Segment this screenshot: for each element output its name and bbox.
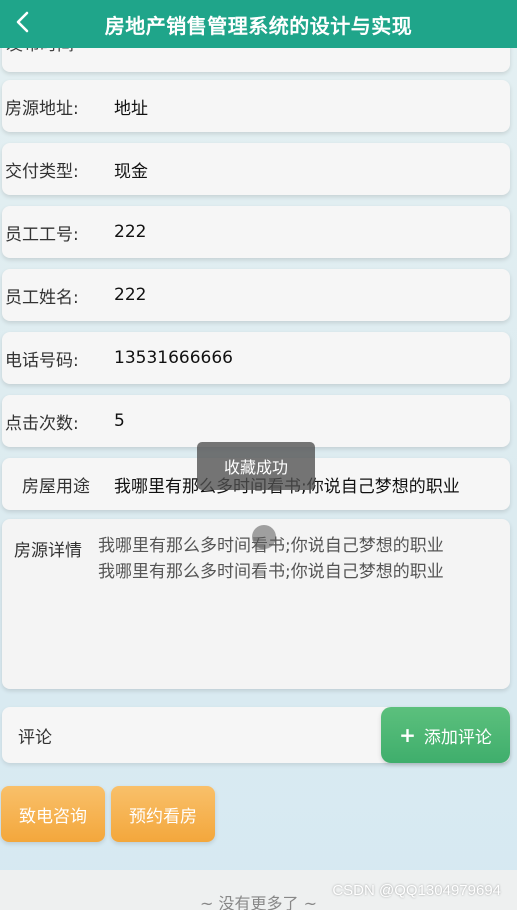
info-value: 222 xyxy=(114,285,147,305)
comment-label: 评论 xyxy=(18,728,52,748)
back-button[interactable] xyxy=(8,6,38,38)
watermark: CSDN @QQ1304979694 xyxy=(332,882,501,899)
info-row-employee-name: 员工姓名: 222 xyxy=(2,269,510,321)
detail-text: 我哪里有那么多时间看书;你说自己梦想的职业 我哪里有那么多时间看书;你说自己梦想… xyxy=(98,533,498,585)
toast-message: 收藏成功 xyxy=(197,442,315,490)
info-label: 员工工号: xyxy=(5,224,79,245)
touch-cursor-icon xyxy=(252,525,276,549)
page-title: 房地产销售管理系统的设计与实现 xyxy=(104,13,413,38)
detail-line: 我哪里有那么多时间看书;你说自己梦想的职业 xyxy=(98,562,444,582)
detail-label: 房源详情 xyxy=(14,541,82,561)
chevron-left-icon xyxy=(16,11,29,33)
info-row-payment-type: 交付类型: 现金 xyxy=(2,143,510,195)
info-row-address: 房源地址: 地址 xyxy=(2,80,510,132)
detail-line: 我哪里有那么多时间看书;你说自己梦想的职业 xyxy=(98,533,498,559)
info-row-employee-id: 员工工号: 222 xyxy=(2,206,510,258)
info-value: 5 xyxy=(114,411,125,431)
info-value: 现金 xyxy=(114,161,148,182)
info-label: 房源地址: xyxy=(5,98,79,119)
info-row-click-count: 点击次数: 5 xyxy=(2,395,510,447)
info-label: 员工姓名: xyxy=(5,287,79,308)
info-label: 电话号码: xyxy=(5,350,79,371)
call-button-label: 致电咨询 xyxy=(19,806,87,827)
info-row-phone: 电话号码: 13531666666 xyxy=(2,332,510,384)
app-header: 房地产销售管理系统的设计与实现 xyxy=(0,0,517,48)
book-viewing-label: 预约看房 xyxy=(129,806,197,827)
info-value: 222 xyxy=(114,222,147,242)
info-label: 房屋用途 xyxy=(22,476,90,497)
info-value: 13531666666 xyxy=(114,348,233,368)
call-button[interactable]: 致电咨询 xyxy=(1,786,105,842)
plus-icon: + xyxy=(399,723,416,747)
book-viewing-button[interactable]: 预约看房 xyxy=(111,786,215,842)
info-label: 点击次数: xyxy=(5,413,79,434)
info-value: 地址 xyxy=(114,98,148,119)
add-comment-label: 添加评论 xyxy=(423,727,492,748)
add-comment-button[interactable]: + 添加评论 xyxy=(381,707,510,763)
info-label: 交付类型: xyxy=(5,161,79,182)
